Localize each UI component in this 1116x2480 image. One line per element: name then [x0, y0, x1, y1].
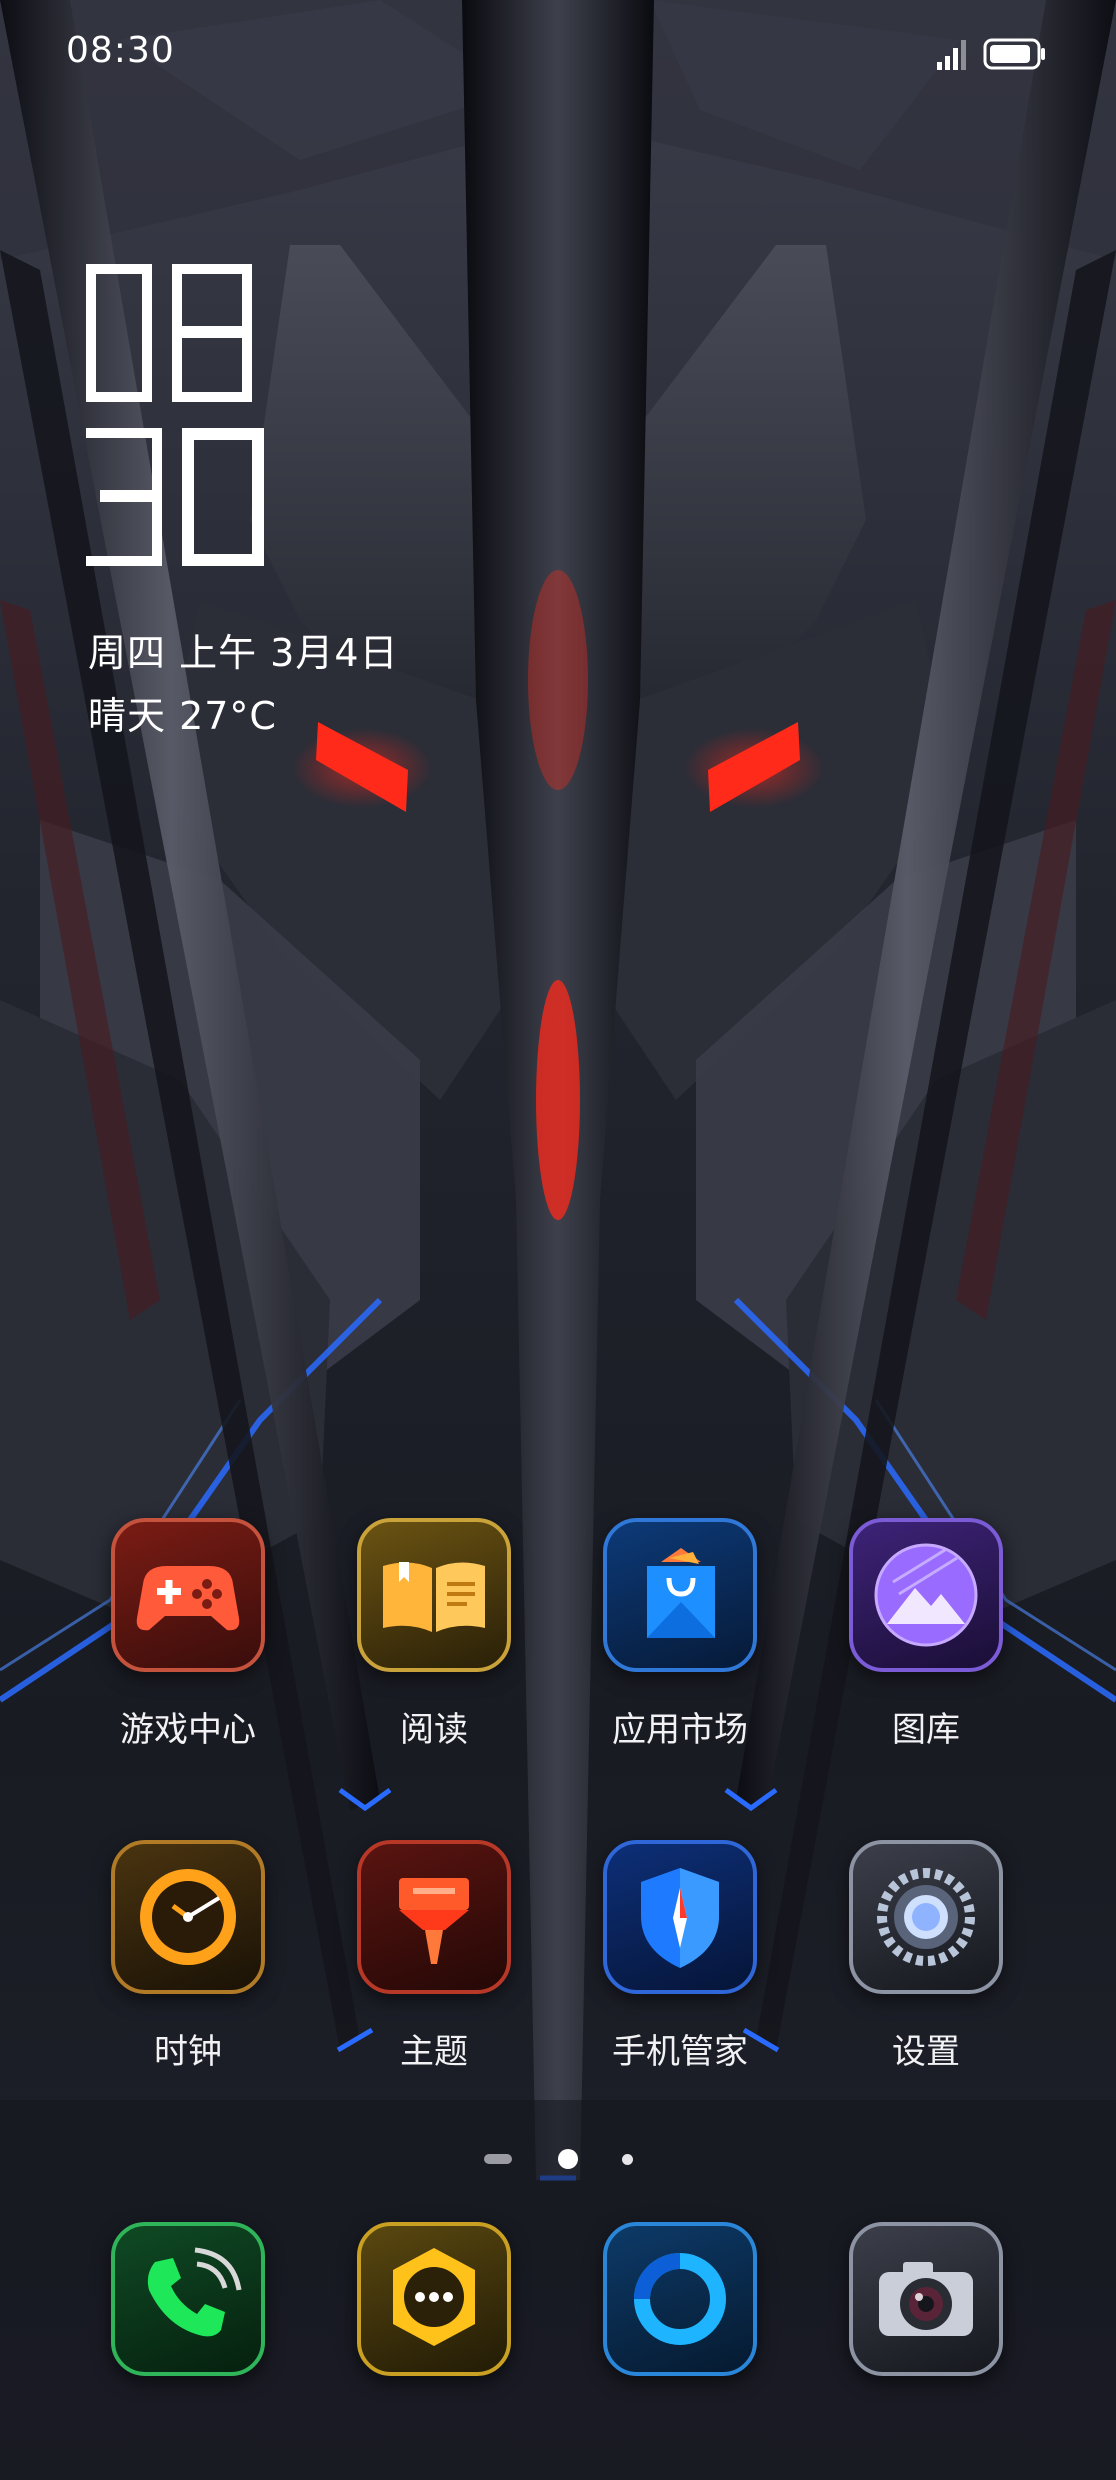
- phone-icon: [111, 2222, 265, 2376]
- app-label: 应用市场: [612, 1710, 748, 1750]
- app-label: 图库: [892, 1710, 960, 1750]
- app-label: 阅读: [400, 1710, 468, 1750]
- dock-browser[interactable]: [560, 2222, 800, 2376]
- clock-digit: [172, 264, 252, 402]
- app-gallery[interactable]: 图库: [806, 1518, 1046, 1751]
- app-label: 游戏中心: [120, 1710, 256, 1750]
- app-clock[interactable]: 时钟: [68, 1840, 308, 2073]
- clock-digit: [86, 428, 162, 566]
- app-market[interactable]: 应用市场: [560, 1518, 800, 1751]
- date-text: 周四 上午 3月4日: [88, 631, 399, 675]
- dock-camera[interactable]: [806, 2222, 1046, 2376]
- clock-hours: [86, 264, 252, 402]
- open-book-icon: [357, 1518, 511, 1672]
- status-bar: 08:30: [0, 0, 1116, 110]
- theme-brush-icon: [357, 1840, 511, 1994]
- clock-icon: [111, 1840, 265, 1994]
- shield-compass-icon: [603, 1840, 757, 1994]
- gear-icon: [849, 1840, 1003, 1994]
- app-label: 时钟: [154, 2032, 222, 2072]
- mountain-photo-icon: [849, 1518, 1003, 1672]
- app-label: 主题: [400, 2032, 468, 2072]
- page-dot[interactable]: [484, 2154, 512, 2164]
- app-themes[interactable]: 主题: [314, 1840, 554, 2073]
- app-phone-manager[interactable]: 手机管家: [560, 1840, 800, 2073]
- page-indicator[interactable]: [470, 2144, 650, 2174]
- shopping-bag-icon: [603, 1518, 757, 1672]
- app-label: 设置: [892, 2032, 960, 2072]
- app-settings[interactable]: 设置: [806, 1840, 1046, 2073]
- status-time: 08:30: [66, 30, 175, 71]
- message-bubble-icon: [357, 2222, 511, 2376]
- dock-messages[interactable]: [314, 2222, 554, 2376]
- clock-digit: [182, 428, 264, 566]
- gamepad-icon: [111, 1518, 265, 1672]
- dock-phone[interactable]: [68, 2222, 308, 2376]
- app-game-center[interactable]: 游戏中心: [68, 1518, 308, 1751]
- weather-text: 晴天 27°C: [88, 694, 277, 738]
- battery-icon: [983, 38, 1045, 70]
- cellular-signal-icon: [937, 40, 966, 70]
- app-label: 手机管家: [612, 2032, 748, 2072]
- clock-digit: [86, 264, 152, 402]
- app-reading[interactable]: 阅读: [314, 1518, 554, 1751]
- camera-icon: [849, 2222, 1003, 2376]
- page-dot-active[interactable]: [558, 2149, 578, 2169]
- clock-minutes: [86, 428, 264, 566]
- browser-ring-icon: [603, 2222, 757, 2376]
- page-dot[interactable]: [622, 2154, 633, 2165]
